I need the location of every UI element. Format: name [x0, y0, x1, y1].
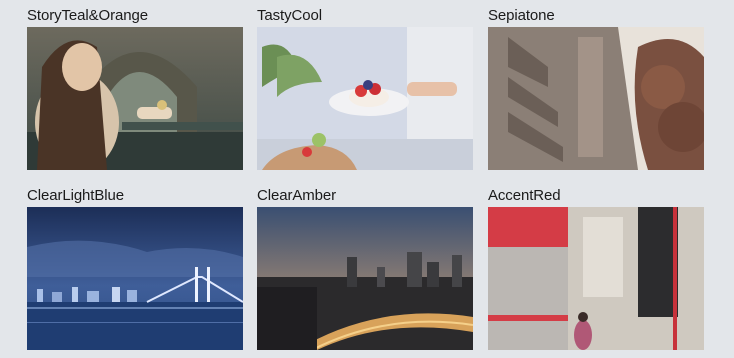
bridge-night-skyline-photo[interactable]: [27, 207, 243, 350]
filter-label: TastyCool: [257, 7, 322, 24]
filter-tile-accent-red[interactable]: AccentRed: [488, 185, 704, 350]
filter-tile-clear-light-blue[interactable]: ClearLightBlue: [27, 185, 243, 350]
filter-tile-tasty-cool[interactable]: TastyCool: [257, 5, 473, 170]
building-and-tree-photo[interactable]: [488, 27, 704, 170]
dessert-plate-photo[interactable]: [257, 27, 473, 170]
filter-tile-clear-amber[interactable]: ClearAmber: [257, 185, 473, 350]
red-awning-street-photo[interactable]: [488, 207, 704, 350]
woman-at-canal-photo[interactable]: [27, 27, 243, 170]
filter-tile-story-teal-orange[interactable]: StoryTeal&Orange: [27, 5, 243, 170]
filter-label: AccentRed: [488, 187, 561, 204]
filter-label: Sepiatone: [488, 7, 555, 24]
filter-label: ClearAmber: [257, 187, 337, 204]
filter-grid: StoryTeal&Orange TastyCool Sepiatone Cle…: [0, 0, 734, 358]
city-dusk-highway-photo[interactable]: [257, 207, 473, 350]
filter-label: StoryTeal&Orange: [27, 7, 148, 24]
filter-tile-sepiatone[interactable]: Sepiatone: [488, 5, 704, 170]
filter-label: ClearLightBlue: [27, 187, 124, 204]
